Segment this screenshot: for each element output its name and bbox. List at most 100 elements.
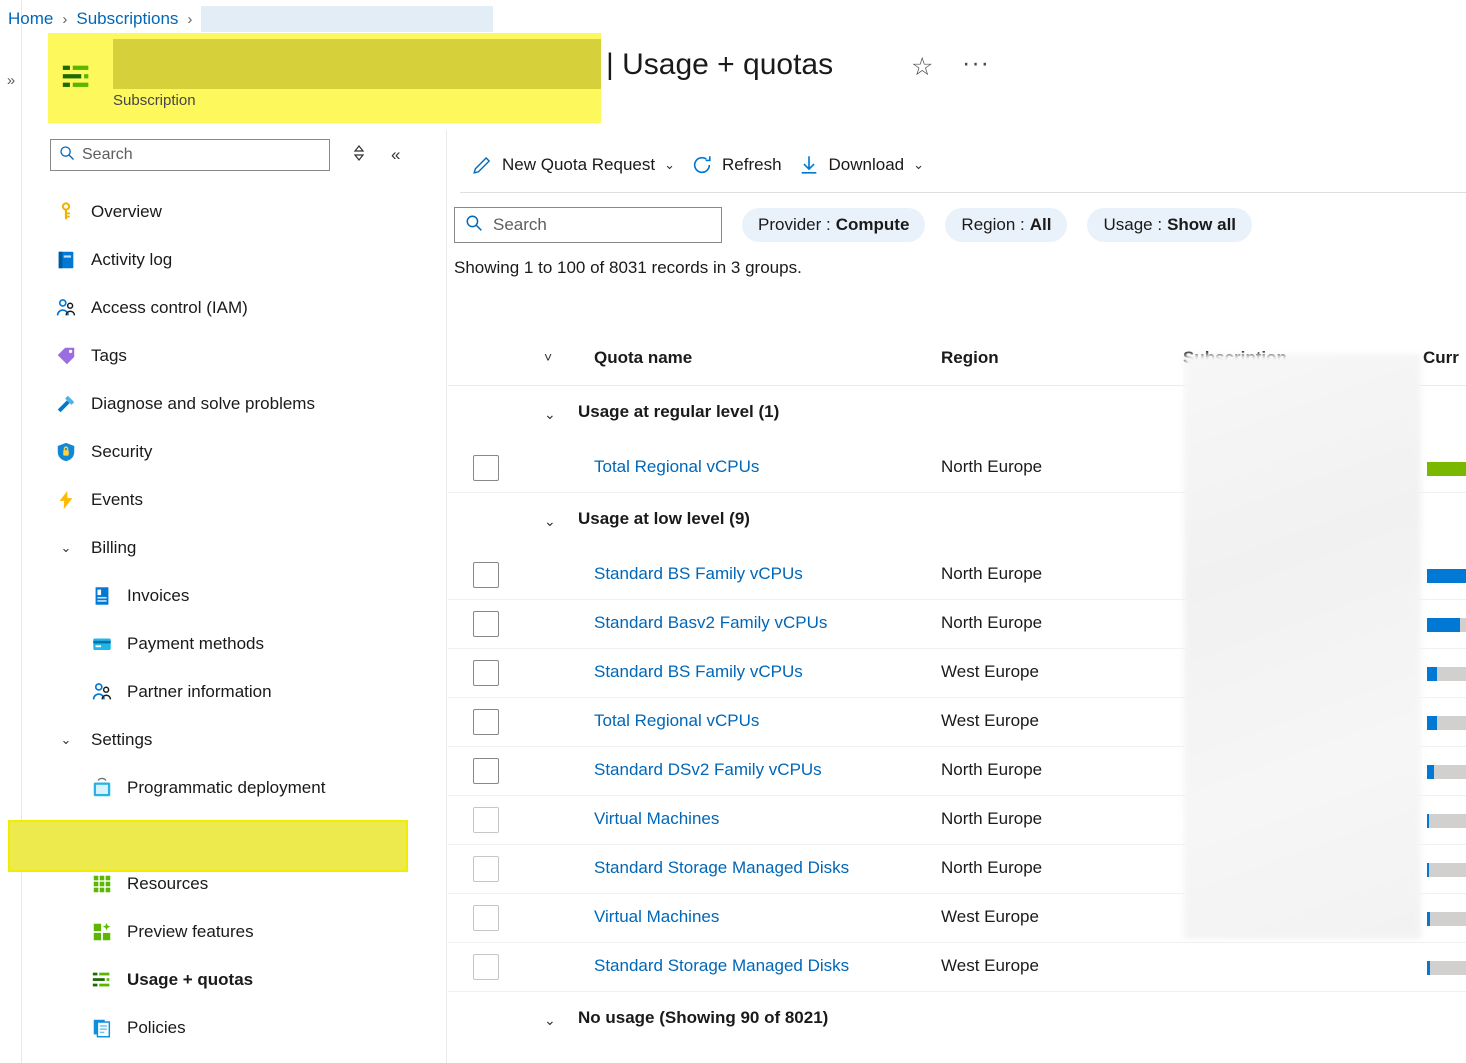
sidebar-item-tags[interactable]: Tags bbox=[22, 332, 447, 380]
pencil-icon bbox=[471, 154, 493, 176]
table-group-header[interactable]: ⌄Usage at low level (9) bbox=[448, 493, 1466, 551]
page-subtitle: Subscription bbox=[113, 92, 196, 109]
row-checkbox[interactable] bbox=[473, 455, 499, 481]
sidebar-item-policies[interactable]: Policies bbox=[22, 1004, 447, 1052]
quotas-table: ˅ Quota name Region Subscription Curr ⌄U… bbox=[448, 334, 1466, 1050]
quota-name-link[interactable]: Standard Storage Managed Disks bbox=[594, 956, 849, 976]
sidebar-item-usage-quotas[interactable]: Usage + quotas bbox=[22, 956, 447, 1004]
usage-bar bbox=[1427, 462, 1466, 476]
quota-name-link[interactable]: Standard Storage Managed Disks bbox=[594, 858, 849, 878]
table-row[interactable]: Total Regional vCPUsNorth Europe bbox=[448, 444, 1466, 493]
sidebar-item-activity-log[interactable]: Activity log bbox=[22, 236, 447, 284]
usage-bar bbox=[1427, 814, 1466, 828]
rail-expand-icon[interactable]: » bbox=[1, 70, 21, 92]
sidebar-item-overview[interactable]: Overview bbox=[22, 188, 447, 236]
sidebar-item-security[interactable]: Security bbox=[22, 428, 447, 476]
quota-name-link[interactable]: Standard BS Family vCPUs bbox=[594, 564, 803, 584]
select-all-chevron-icon[interactable]: ˅ bbox=[544, 349, 552, 365]
chevron-down-icon[interactable]: ⌄ bbox=[544, 406, 556, 423]
quota-name-link[interactable]: Standard BS Family vCPUs bbox=[594, 662, 803, 682]
sidebar-item-events[interactable]: Events bbox=[22, 476, 447, 524]
filter-pill-provider[interactable]: Provider : Compute bbox=[742, 208, 925, 242]
row-checkbox[interactable] bbox=[473, 660, 499, 686]
sidebar: Search « OverviewActivity log Access cont… bbox=[22, 130, 447, 1063]
filter-pill-region[interactable]: Region : All bbox=[945, 208, 1067, 242]
search-icon bbox=[465, 214, 483, 237]
region-cell: West Europe bbox=[941, 662, 1039, 682]
sort-toggle-icon[interactable] bbox=[350, 144, 368, 166]
table-row[interactable]: Standard Storage Managed Disks West Europ… bbox=[448, 943, 1466, 992]
table-row[interactable]: Total Regional vCPUsWest Europe bbox=[448, 698, 1466, 747]
quota-name-link[interactable]: Standard Basv2 Family vCPUs bbox=[594, 613, 827, 633]
row-checkbox[interactable] bbox=[473, 562, 499, 588]
breadcrumb-home[interactable]: Home bbox=[8, 9, 53, 29]
sidebar-item-label: Invoices bbox=[127, 586, 189, 606]
page-title: | Usage + quotas bbox=[606, 48, 833, 82]
sidebar-item-partner-information[interactable]: Partner information bbox=[22, 668, 447, 716]
row-checkbox[interactable] bbox=[473, 954, 499, 980]
filter-pill-region-key: Region : bbox=[961, 215, 1024, 235]
command-bar: New Quota Request⌄ Refresh Download⌄ bbox=[448, 138, 932, 192]
new-quota-request-button[interactable]: New Quota Request⌄ bbox=[463, 145, 683, 185]
sidebar-item-label: Billing bbox=[91, 538, 136, 558]
column-header-quota-name[interactable]: Quota name bbox=[594, 348, 692, 368]
download-button[interactable]: Download⌄ bbox=[790, 145, 933, 185]
table-search-input[interactable]: Search bbox=[454, 207, 722, 243]
table-row[interactable]: Virtual MachinesNorth Europe bbox=[448, 796, 1466, 845]
chevron-down-icon[interactable]: ⌄ bbox=[544, 1012, 556, 1029]
region-cell: West Europe bbox=[941, 956, 1039, 976]
refresh-button[interactable]: Refresh bbox=[683, 145, 790, 185]
row-checkbox[interactable] bbox=[473, 905, 499, 931]
policies-icon bbox=[90, 1016, 114, 1040]
row-checkbox[interactable] bbox=[473, 856, 499, 882]
row-checkbox[interactable] bbox=[473, 758, 499, 784]
usage-bar bbox=[1427, 569, 1466, 583]
sidebar-item-label: Access control (IAM) bbox=[91, 298, 248, 318]
chevron-down-icon[interactable]: ⌄ bbox=[54, 732, 78, 748]
quota-name-link[interactable]: Standard DSv2 Family vCPUs bbox=[594, 760, 822, 780]
row-checkbox[interactable] bbox=[473, 807, 499, 833]
table-row[interactable]: Standard DSv2 Family vCPUsNorth Europe bbox=[448, 747, 1466, 796]
sidebar-item-billing[interactable]: ⌄ Billing bbox=[22, 524, 447, 572]
breadcrumb-subscriptions[interactable]: Subscriptions bbox=[76, 9, 178, 29]
quota-name-link[interactable]: Total Regional vCPUs bbox=[594, 457, 759, 477]
sidebar-item-settings[interactable]: ⌄Settings bbox=[22, 716, 447, 764]
sidebar-item-invoices[interactable]: Invoices bbox=[22, 572, 447, 620]
sidebar-item-label: Partner information bbox=[127, 682, 272, 702]
usage-bar bbox=[1427, 765, 1466, 779]
row-checkbox[interactable] bbox=[473, 709, 499, 735]
table-row[interactable]: Virtual MachinesWest Europe bbox=[448, 894, 1466, 943]
table-header-row: ˅ Quota name Region Subscription Curr bbox=[448, 334, 1466, 386]
chevron-down-icon[interactable]: ⌄ bbox=[544, 513, 556, 530]
sidebar-item-access-control-iam[interactable]: Access control (IAM) bbox=[22, 284, 447, 332]
table-row[interactable]: Standard Basv2 Family vCPUsNorth Europe bbox=[448, 600, 1466, 649]
sidebar-search-placeholder: Search bbox=[82, 146, 133, 164]
table-group-header[interactable]: ⌄Usage at regular level (1) bbox=[448, 386, 1466, 444]
quota-name-link[interactable]: Virtual Machines bbox=[594, 907, 719, 927]
column-header-current-usage[interactable]: Curr bbox=[1423, 348, 1459, 368]
sidebar-search-input[interactable]: Search bbox=[50, 139, 330, 171]
table-row[interactable]: Standard BS Family vCPUsNorth Europe bbox=[448, 551, 1466, 600]
quota-name-link[interactable]: Virtual Machines bbox=[594, 809, 719, 829]
table-group-header[interactable]: ⌄No usage (Showing 90 of 8021) bbox=[448, 992, 1466, 1050]
table-row[interactable]: Standard Storage Managed DisksNorth Euro… bbox=[448, 845, 1466, 894]
chevron-down-icon[interactable]: ⌄ bbox=[664, 157, 675, 173]
column-header-subscription[interactable]: Subscription bbox=[1183, 348, 1287, 368]
sidebar-item-payment-methods[interactable]: Payment methods bbox=[22, 620, 447, 668]
star-icon[interactable]: ☆ bbox=[911, 52, 933, 82]
table-row[interactable]: Standard BS Family vCPUs West Europe bbox=[448, 649, 1466, 698]
sidebar-item-label: Policies bbox=[127, 1018, 186, 1038]
quota-name-link[interactable]: Total Regional vCPUs bbox=[594, 711, 759, 731]
command-label: Refresh bbox=[722, 155, 782, 175]
chevron-down-icon[interactable]: ⌄ bbox=[54, 540, 78, 556]
sidebar-item-preview-features[interactable]: Preview features bbox=[22, 908, 447, 956]
filter-pill-usage[interactable]: Usage : Show all bbox=[1087, 208, 1252, 242]
sidebar-collapse-icon[interactable]: « bbox=[391, 145, 400, 165]
column-header-region[interactable]: Region bbox=[941, 348, 999, 368]
sidebar-item-diagnose-and-solve-problems[interactable]: Diagnose and solve problems bbox=[22, 380, 447, 428]
filter-pill-usage-key: Usage : bbox=[1103, 215, 1162, 235]
ellipsis-icon[interactable]: ··· bbox=[962, 49, 990, 78]
sidebar-item-programmatic-deployment[interactable]: Programmatic deployment bbox=[22, 764, 447, 812]
row-checkbox[interactable] bbox=[473, 611, 499, 637]
chevron-down-icon[interactable]: ⌄ bbox=[913, 157, 924, 173]
